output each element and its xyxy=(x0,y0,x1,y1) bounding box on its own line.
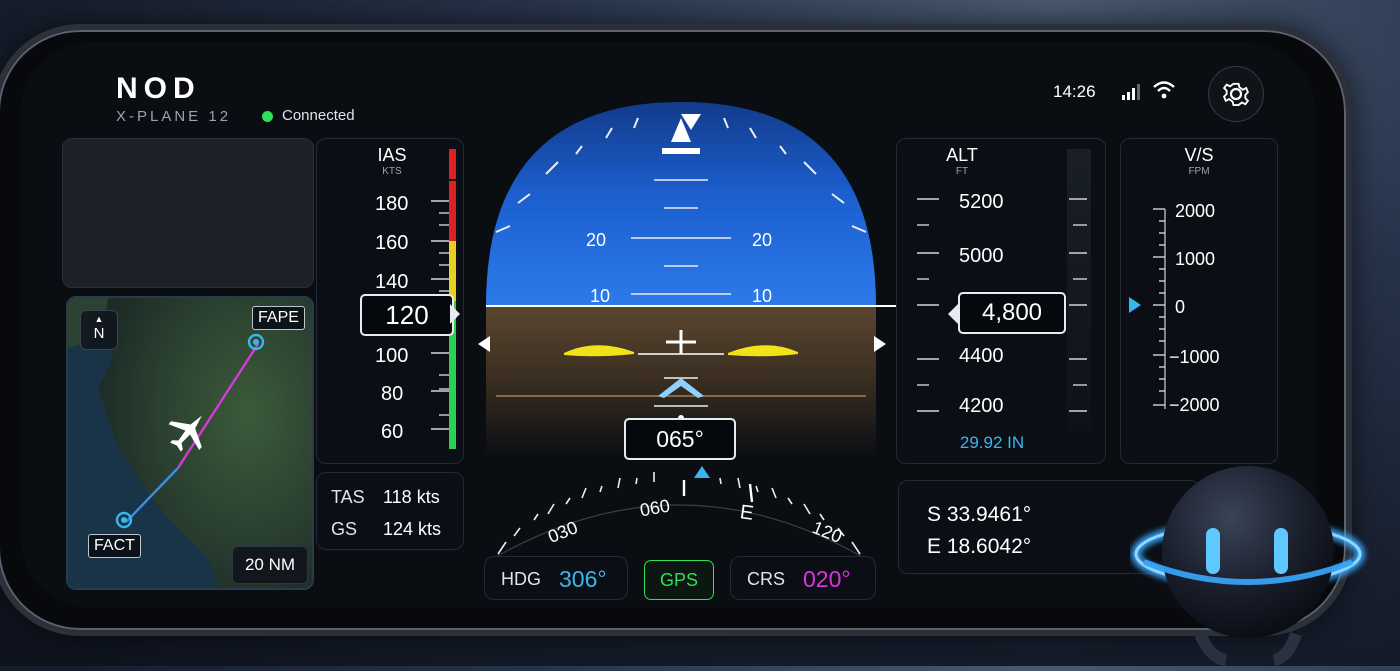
gs-label: GS xyxy=(331,519,358,539)
ias-tick-label: 180 xyxy=(375,193,409,215)
pitch-label-right: 20 xyxy=(752,230,773,250)
gear-icon xyxy=(1222,82,1250,106)
app-screen: NOD X-PLANE 12 Connected 14:26 ▲ N FAPE … xyxy=(20,42,1316,608)
crs-button[interactable]: CRS 020° xyxy=(730,556,876,600)
sim-name: X-PLANE 12 xyxy=(116,108,232,125)
hdg-value: 306° xyxy=(559,566,607,592)
alt-tick-label: 4400 xyxy=(959,345,1004,367)
vs-pointer-icon xyxy=(1129,297,1141,313)
tas-value: 118 kts xyxy=(383,487,440,507)
vs-tick-label: 2000 xyxy=(1175,201,1216,221)
alt-tick-label: 4200 xyxy=(959,395,1004,417)
crs-value: 020° xyxy=(803,566,851,592)
pitch-label-left: 20 xyxy=(586,230,607,250)
ias-tick-label: 80 xyxy=(381,383,404,405)
ias-title: IAS xyxy=(377,145,407,165)
hdg-label: HDG xyxy=(501,569,541,589)
ias-tick-label: 60 xyxy=(381,421,404,443)
moving-map[interactable]: ▲ N FAPE FACT 20 NM xyxy=(66,296,314,590)
status-time: 14:26 xyxy=(1053,82,1096,101)
pitch-label-left: 10 xyxy=(590,286,611,306)
ias-tick-label: 140 xyxy=(375,271,409,293)
ias-pointer-icon xyxy=(450,304,460,324)
latitude: S 33.9461° xyxy=(927,503,1032,526)
vs-tick-label: −2000 xyxy=(1169,395,1220,415)
alt-unit: FT xyxy=(955,166,969,177)
vs-tick-label: 0 xyxy=(1175,297,1186,317)
alt-pointer-icon xyxy=(948,304,958,324)
alt-title: ALT xyxy=(946,145,978,165)
nav-source-button[interactable]: GPS xyxy=(644,560,714,600)
ias-tick-label: 100 xyxy=(375,345,409,367)
longitude: E 18.6042° xyxy=(927,535,1032,558)
mascot-robot-icon xyxy=(1130,462,1400,666)
brand-logo: NOD xyxy=(116,72,201,105)
alt-tick-label: 5200 xyxy=(959,191,1004,213)
waypoint-to-marker[interactable] xyxy=(246,332,266,352)
ias-current-readout: 120 xyxy=(360,294,454,336)
vs-unit: FPM xyxy=(1188,166,1210,177)
alt-current-readout: 4,800 xyxy=(958,292,1066,334)
ownship-airplane-icon xyxy=(164,406,214,456)
crs-label: CRS xyxy=(747,569,786,589)
connection-status: Connected xyxy=(282,107,355,124)
signal-icon xyxy=(1122,84,1144,100)
empty-widget-panel xyxy=(62,138,314,288)
north-label: N xyxy=(93,325,105,342)
vertical-speed-indicator: V/S FPM 2000 1000 0 −1000 −2000 xyxy=(1120,138,1278,464)
connection-dot xyxy=(262,111,273,122)
heading-compass: 030 060 E 120 xyxy=(484,462,874,559)
ias-tick-label: 160 xyxy=(375,232,409,254)
vs-scale xyxy=(1153,208,1166,409)
wifi-icon xyxy=(1152,80,1176,100)
caution-band xyxy=(449,241,456,301)
map-range-button[interactable]: 20 NM xyxy=(232,546,308,584)
vs-tick-label: −1000 xyxy=(1169,347,1220,367)
waypoint-to-label: FAPE xyxy=(252,306,305,330)
attitude-indicator: 20 20 10 10 xyxy=(466,62,896,454)
baro-setting[interactable]: 29.92 IN xyxy=(897,433,1087,453)
red-band xyxy=(449,181,456,241)
waypoint-from-label: FACT xyxy=(88,534,141,558)
alt-tick-label: 5000 xyxy=(959,245,1004,267)
hdg-bug-button[interactable]: HDG 306° xyxy=(484,556,628,600)
ias-unit: KTS xyxy=(382,166,402,177)
tas-label: TAS xyxy=(331,487,365,507)
north-up-button[interactable]: ▲ N xyxy=(80,310,118,350)
waypoint-from-marker[interactable] xyxy=(114,510,134,530)
overspeed-band xyxy=(449,149,456,179)
vs-title: V/S xyxy=(1184,145,1214,165)
gs-value: 124 kts xyxy=(383,519,442,539)
vs-tick-label: 1000 xyxy=(1175,249,1216,269)
speed-info-panel: TAS 118 kts GS 124 kts xyxy=(316,472,464,550)
north-arrow-icon: ▲ xyxy=(94,314,104,324)
settings-button[interactable] xyxy=(1208,66,1264,122)
heading-readout: 065° xyxy=(624,418,736,460)
pitch-label-right: 10 xyxy=(752,286,773,306)
